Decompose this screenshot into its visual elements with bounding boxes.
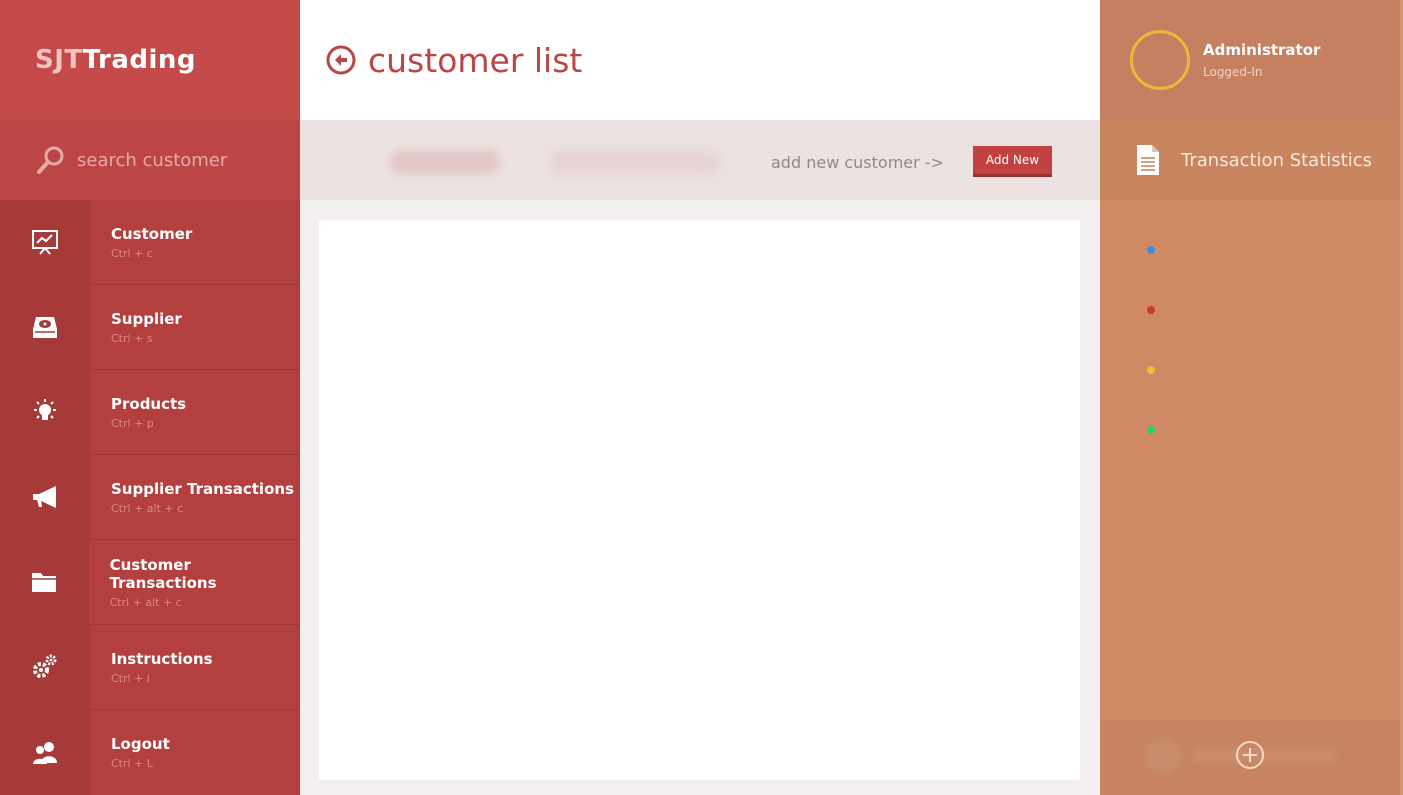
shortcut-hint: Ctrl + L [111,757,153,770]
lightbulb-icon [34,399,56,420]
stat-legend-dot [1147,366,1155,374]
blurred-text [1195,748,1335,762]
sidebar: SJTTrading Customer Ctrl + c Supplier Ctrl… [0,0,300,795]
document-icon [1137,145,1159,175]
gears-icon [33,654,57,678]
shortcut-hint: Ctrl + p [111,416,154,430]
sidebar-item-customer-transactions[interactable]: Customer Transactions Ctrl + alt + c [0,540,300,625]
stat-legend-dot [1147,306,1155,314]
add-circle-icon[interactable] [1235,740,1265,770]
sidebar-item-label: Customer [111,224,193,243]
blurred-filter [550,150,720,174]
brand-part1: SJT [35,45,83,75]
shortcut-hint: Ctrl + c [111,246,153,260]
sidebar-item-label: Supplier [111,309,182,328]
sidebar-item-label: Logout [111,735,170,753]
sidebar-item-label: Instructions [111,649,213,668]
shortcut-hint: Ctrl + s [111,331,153,345]
shortcut-hint: Ctrl + alt + c [111,501,184,515]
users-icon [33,741,57,764]
sidebar-item-customer[interactable]: Customer Ctrl + c [0,200,300,285]
right-panel: Administrator Logged-In Transaction Stat… [1100,0,1403,795]
main-area: customer list add new customer -> Add Ne… [300,0,1100,795]
stats-title: Transaction Statistics [1181,149,1372,171]
add-new-button[interactable]: Add New [973,146,1052,177]
search-icon[interactable] [35,144,67,176]
user-name: Administrator [1203,41,1321,59]
sidebar-item-label: Supplier Transactions [111,479,294,498]
avatar [1130,30,1190,90]
brand-logo: SJT Trading [0,0,300,120]
folder-icon [32,573,57,592]
brand-part2: Trading [82,45,197,75]
add-customer-hint: add new customer -> [771,153,944,172]
stat-legend-dot [1147,426,1155,434]
sidebar-item-label: Products [111,394,187,413]
sidebar-item-products[interactable]: Products Ctrl + p [0,370,300,455]
search-input[interactable] [77,149,277,171]
footer-bar [1100,720,1403,795]
page-title: customer list [368,40,583,80]
presentation-chart-icon [32,230,58,255]
shortcut-hint: Ctrl + i [111,671,150,685]
sidebar-item-logout[interactable]: Logout Ctrl + L [0,710,300,795]
user-status: Logged-In [1203,65,1263,79]
sidebar-item-instructions[interactable]: Instructions Ctrl + i [0,625,300,710]
hard-drive-icon [33,317,57,338]
stat-legend-dot [1147,246,1155,254]
sidebar-item-supplier[interactable]: Supplier Ctrl + s [0,285,300,370]
page-header: customer list [300,0,1100,120]
blurred-filter [390,150,500,174]
customer-list-panel [319,220,1080,780]
toolbar: add new customer -> Add New [300,120,1100,200]
sidebar-item-supplier-transactions[interactable]: Supplier Transactions Ctrl + alt + c [0,455,300,540]
sidebar-item-label: Customer Transactions [109,555,217,592]
user-profile[interactable]: Administrator Logged-In [1100,0,1403,120]
shortcut-hint: Ctrl + alt + c [109,595,182,609]
stats-header: Transaction Statistics [1100,120,1403,200]
megaphone-icon [33,486,56,508]
blurred-avatar [1145,738,1181,774]
back-arrow-icon[interactable] [326,45,356,75]
search-bar [0,120,300,200]
